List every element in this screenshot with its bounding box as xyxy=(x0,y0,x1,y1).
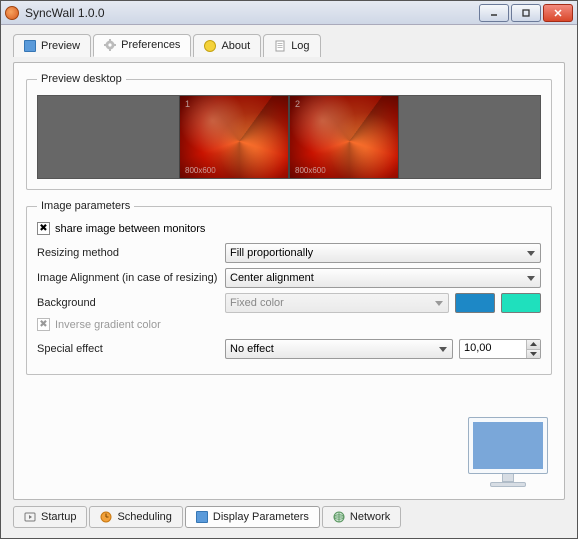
spinbox-up-button[interactable] xyxy=(527,340,540,349)
monitor-number: 2 xyxy=(295,99,300,109)
document-icon xyxy=(274,40,286,52)
monitor-icon xyxy=(24,40,36,52)
share-image-checkbox[interactable]: ✖ xyxy=(37,222,50,235)
special-effect-row: Special effect No effect 10,00 xyxy=(37,339,541,359)
special-effect-value: No effect xyxy=(230,343,274,355)
tab-label: About xyxy=(221,40,250,52)
background-label: Background xyxy=(37,297,225,309)
spinbox-down-button[interactable] xyxy=(527,349,540,359)
desktop-preview: 1 800x600 2 800x600 xyxy=(37,95,541,179)
preview-deadspace-left xyxy=(38,96,179,178)
tab-label: Startup xyxy=(41,511,76,523)
inverse-gradient-label: Inverse gradient color xyxy=(55,319,161,331)
share-image-row: ✖ share image between monitors xyxy=(37,222,541,235)
bottom-tabs: Startup Scheduling Display Parameters Ne… xyxy=(13,506,565,528)
resizing-method-label: Resizing method xyxy=(37,247,225,259)
app-window: SyncWall 1.0.0 Preview Pre xyxy=(0,0,578,539)
tab-label: Scheduling xyxy=(117,511,171,523)
image-alignment-label: Image Alignment (in case of resizing) xyxy=(37,272,225,284)
image-alignment-row: Image Alignment (in case of resizing) Ce… xyxy=(37,268,541,288)
inverse-gradient-checkbox: ✖ xyxy=(37,318,50,331)
gear-icon xyxy=(104,39,116,51)
tab-label: Network xyxy=(350,511,390,523)
maximize-button[interactable] xyxy=(511,4,541,22)
monitor-resolution: 800x600 xyxy=(295,166,326,175)
background-color-secondary[interactable] xyxy=(501,293,541,313)
monitor-illustration-icon xyxy=(468,417,548,491)
spinbox-value: 10,00 xyxy=(460,340,526,358)
tab-scheduling[interactable]: Scheduling xyxy=(89,506,182,528)
chevron-down-icon xyxy=(436,341,450,357)
client-area: Preview Preferences About Log xyxy=(1,25,577,538)
tab-log[interactable]: Log xyxy=(263,34,320,57)
preview-monitor-1[interactable]: 1 800x600 xyxy=(179,96,289,178)
close-button[interactable] xyxy=(543,4,573,22)
startup-icon xyxy=(24,511,36,523)
tab-label: Display Parameters xyxy=(213,511,309,523)
share-image-label: share image between monitors xyxy=(55,223,205,235)
monitor-number: 1 xyxy=(185,99,190,109)
resizing-method-select[interactable]: Fill proportionally xyxy=(225,243,541,263)
preview-deadspace-right xyxy=(399,96,540,178)
window-control-group xyxy=(479,4,573,22)
tab-network[interactable]: Network xyxy=(322,506,401,528)
tab-label: Log xyxy=(291,40,309,52)
preview-desktop-legend: Preview desktop xyxy=(37,73,126,85)
titlebar: SyncWall 1.0.0 xyxy=(1,1,577,25)
image-parameters-group: Image parameters ✖ share image between m… xyxy=(26,200,552,375)
resizing-method-value: Fill proportionally xyxy=(230,247,313,259)
network-icon xyxy=(333,511,345,523)
sun-icon xyxy=(204,40,216,52)
monitor-resolution: 800x600 xyxy=(185,166,216,175)
background-select: Fixed color xyxy=(225,293,449,313)
special-effect-spinbox[interactable]: 10,00 xyxy=(459,339,541,359)
clock-icon xyxy=(100,511,112,523)
image-parameters-legend: Image parameters xyxy=(37,200,134,212)
preview-monitor-2[interactable]: 2 800x600 xyxy=(289,96,399,178)
tab-about[interactable]: About xyxy=(193,34,261,57)
monitor-icon xyxy=(196,511,208,523)
preview-desktop-group: Preview desktop 1 800x600 2 800x600 xyxy=(26,73,552,190)
top-tabs: Preview Preferences About Log xyxy=(13,33,565,56)
background-color-primary[interactable] xyxy=(455,293,495,313)
background-value: Fixed color xyxy=(230,297,284,309)
tab-startup[interactable]: Startup xyxy=(13,506,87,528)
resizing-method-row: Resizing method Fill proportionally xyxy=(37,243,541,263)
image-alignment-value: Center alignment xyxy=(230,272,314,284)
tab-display-parameters[interactable]: Display Parameters xyxy=(185,506,320,528)
app-icon xyxy=(5,6,19,20)
chevron-down-icon xyxy=(524,245,538,261)
special-effect-select[interactable]: No effect xyxy=(225,339,453,359)
tab-preferences[interactable]: Preferences xyxy=(93,34,191,57)
window-title: SyncWall 1.0.0 xyxy=(25,6,479,20)
minimize-button[interactable] xyxy=(479,4,509,22)
image-alignment-select[interactable]: Center alignment xyxy=(225,268,541,288)
tab-label: Preview xyxy=(41,40,80,52)
tab-preview[interactable]: Preview xyxy=(13,34,91,57)
chevron-down-icon xyxy=(524,270,538,286)
background-row: Background Fixed color xyxy=(37,293,541,313)
tab-label: Preferences xyxy=(121,39,180,51)
chevron-down-icon xyxy=(432,295,446,311)
preferences-panel: Preview desktop 1 800x600 2 800x600 I xyxy=(13,62,565,500)
special-effect-label: Special effect xyxy=(37,343,225,355)
inverse-gradient-row: ✖ Inverse gradient color xyxy=(37,318,541,331)
